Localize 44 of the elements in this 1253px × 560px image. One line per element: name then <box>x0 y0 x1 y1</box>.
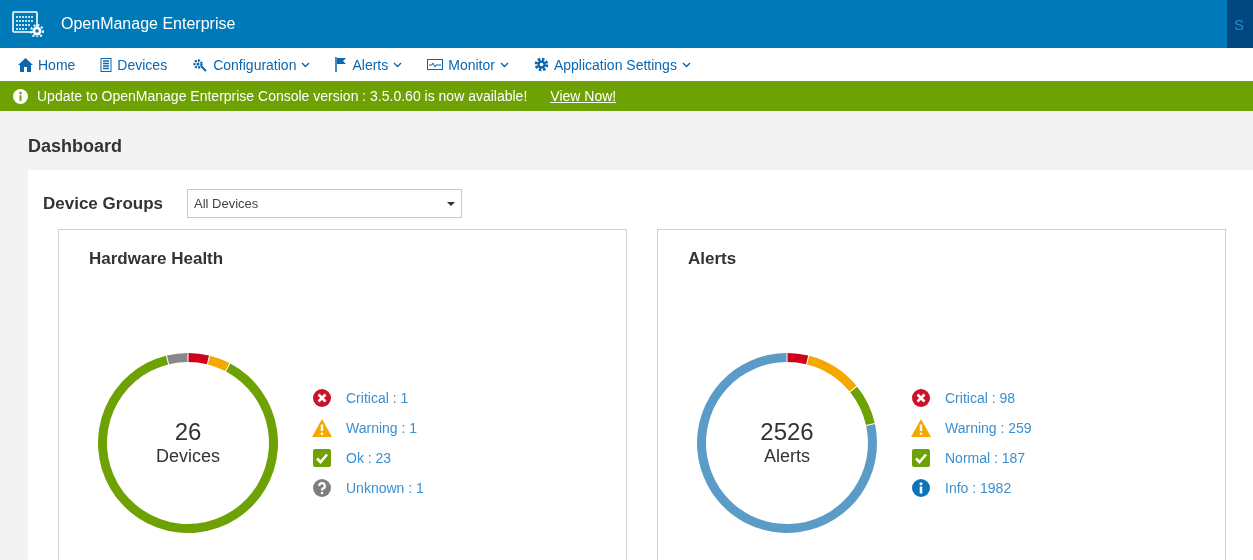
info-icon <box>13 88 28 104</box>
legend-link[interactable]: Critical : 1 <box>346 390 409 406</box>
card-title: Hardware Health <box>89 249 225 269</box>
caret-icon <box>447 201 455 206</box>
nav-menu-item[interactable]: Devices <box>100 48 168 81</box>
server-gear-icon <box>12 11 44 37</box>
page-title: Dashboard <box>28 135 124 157</box>
header-button[interactable]: S <box>1227 0 1253 48</box>
flag-icon <box>335 57 348 72</box>
total-count: 26 <box>174 419 202 445</box>
legend-link[interactable]: Critical : 98 <box>945 390 1016 406</box>
total-count: 2526 <box>760 419 814 445</box>
card-title: Alerts <box>688 249 738 269</box>
total-unit: Alerts <box>764 445 810 467</box>
gears-icon <box>192 57 209 72</box>
home-icon <box>18 57 33 72</box>
check-icon <box>911 449 931 467</box>
total-unit: Devices <box>156 445 220 467</box>
legend-link[interactable]: Unknown : 1 <box>346 480 424 496</box>
field-label: Device Groups <box>43 193 163 214</box>
legend-link[interactable]: Warning : 259 <box>945 420 1032 436</box>
update-message: Update to OpenManage Enterprise Console version : 3.5.0.60 is now available! <box>37 88 528 104</box>
nav-menu-item[interactable]: Monitor <box>427 48 509 81</box>
nav-menu-item[interactable]: Home <box>18 48 76 81</box>
legend-link[interactable]: Warning : 1 <box>346 420 418 436</box>
legend-link[interactable]: Ok : 23 <box>346 450 392 466</box>
question-icon <box>312 479 332 497</box>
legend-link[interactable]: Normal : 187 <box>945 450 1026 466</box>
document-icon <box>100 57 113 72</box>
monitor-icon <box>427 58 444 71</box>
nav-menu-item[interactable]: Configuration <box>192 48 311 81</box>
warning-icon <box>312 419 332 437</box>
nav-menu-item[interactable]: Application Settings <box>533 48 691 81</box>
gear-icon <box>533 57 549 72</box>
warning-icon <box>911 419 931 437</box>
check-icon <box>312 449 332 467</box>
legend-link[interactable]: Info : 1982 <box>945 480 1012 496</box>
nav-menu-item[interactable]: Alerts <box>335 48 403 81</box>
info-icon <box>911 479 931 497</box>
view-now-link[interactable]: View Now! <box>550 88 617 104</box>
error-icon <box>911 389 931 407</box>
app-title: OpenManage Enterprise <box>61 15 237 33</box>
error-icon <box>312 389 332 407</box>
device-group-dropdown[interactable]: All Devices <box>187 189 462 218</box>
